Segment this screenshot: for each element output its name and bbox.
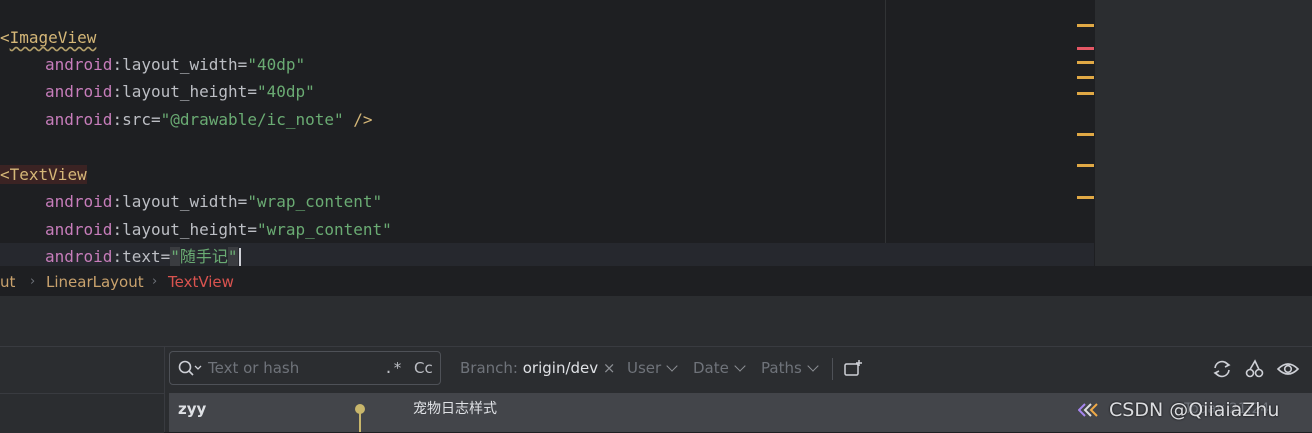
- warning-stripe-mark[interactable]: [1077, 61, 1094, 64]
- csdn-logo-icon: [1077, 396, 1106, 426]
- code-line[interactable]: <ImageView: [0, 24, 96, 51]
- attr-name: layout_height: [122, 220, 248, 239]
- clear-branch-icon[interactable]: ×: [603, 359, 616, 377]
- warning-stripe-mark[interactable]: [1077, 24, 1094, 27]
- equals: =: [150, 110, 161, 129]
- attr-value: "40dp": [247, 55, 306, 74]
- tool-window-toolbar: [0, 296, 1312, 347]
- branch-filter-value: origin/dev: [522, 359, 599, 377]
- colon: :: [112, 55, 123, 74]
- text-caret: [238, 248, 241, 266]
- equals: =: [247, 220, 257, 239]
- date-filter[interactable]: Date: [693, 351, 746, 385]
- breadcrumb-item[interactable]: ut: [0, 267, 15, 297]
- code-line[interactable]: <TextView: [0, 161, 87, 188]
- attr-value: "wrap_content": [247, 192, 383, 211]
- watermark: CSDN @QiiaiaZhu: [1077, 395, 1280, 426]
- equals: =: [237, 192, 248, 211]
- search-icon[interactable]: [178, 360, 202, 382]
- attr-namespace: android: [45, 82, 113, 101]
- quote-open: ": [170, 247, 180, 266]
- paths-filter[interactable]: Paths: [761, 351, 819, 385]
- tag-bracket: <: [0, 28, 10, 47]
- toolbar-divider: [832, 358, 833, 380]
- user-filter-label: User: [627, 359, 662, 377]
- colon: :: [112, 110, 123, 129]
- chevron-down-icon: [807, 360, 819, 372]
- attr-name: layout_height: [122, 82, 248, 101]
- tag-close: />: [343, 110, 373, 129]
- code-line[interactable]: android:layout_width="40dp": [0, 51, 305, 78]
- regex-toggle[interactable]: .*: [384, 352, 402, 384]
- attr-namespace: android: [45, 220, 113, 239]
- attr-value: "@drawable/ic_note": [160, 110, 344, 129]
- code-line[interactable]: android:src="@drawable/ic_note" />: [0, 106, 373, 133]
- warning-stripe-mark[interactable]: [1077, 76, 1094, 79]
- code-line-current[interactable]: android:text="随手记": [0, 243, 1094, 266]
- user-filter[interactable]: User: [627, 351, 678, 385]
- new-tab-icon[interactable]: [843, 359, 863, 383]
- commit-message: 宠物日志样式: [413, 401, 497, 417]
- branches-row[interactable]: [0, 393, 164, 433]
- tag-bracket: <: [0, 165, 10, 184]
- search-input[interactable]: Text or hash .* Cc: [169, 351, 441, 385]
- tag-name: TextView: [9, 165, 87, 184]
- attr-namespace: android: [45, 110, 113, 129]
- colon: :: [112, 82, 123, 101]
- chevron-down-icon: [666, 360, 678, 372]
- breadcrumb: ut › LinearLayout › TextView: [0, 266, 1312, 297]
- tag-name: ImageView: [9, 28, 97, 47]
- date-filter-label: Date: [693, 359, 729, 377]
- chevron-down-icon: [734, 360, 746, 372]
- refresh-icon[interactable]: [1211, 359, 1233, 383]
- search-placeholder: Text or hash: [208, 359, 300, 377]
- colon: :: [112, 220, 123, 239]
- warning-stripe-mark[interactable]: [1077, 133, 1094, 136]
- attr-namespace: android: [45, 192, 113, 211]
- attr-name: layout_width: [122, 55, 238, 74]
- branch-filter-label: Branch:: [460, 359, 518, 377]
- breadcrumb-item[interactable]: LinearLayout: [46, 267, 144, 297]
- colon: :: [112, 192, 123, 211]
- equals: =: [247, 82, 257, 101]
- code-line[interactable]: android:layout_width="wrap_content": [0, 188, 382, 215]
- paths-filter-label: Paths: [761, 359, 802, 377]
- equals: =: [160, 247, 171, 266]
- code-line[interactable]: android:layout_height="wrap_content": [0, 216, 392, 243]
- code-editor[interactable]: <ImageView android:layout_width="40dp" a…: [0, 0, 1095, 266]
- breadcrumb-separator: ›: [30, 274, 36, 289]
- warning-stripe-mark[interactable]: [1077, 164, 1094, 167]
- code-line[interactable]: android:layout_height="40dp": [0, 78, 315, 105]
- match-case-toggle[interactable]: Cc: [414, 352, 433, 384]
- breadcrumb-separator: ›: [152, 274, 158, 289]
- attr-name: text: [122, 247, 161, 266]
- attr-value: "40dp": [256, 82, 315, 101]
- attr-name: layout_width: [122, 192, 238, 211]
- commit-graph-edge: [359, 413, 361, 432]
- warning-stripe-mark[interactable]: [1077, 196, 1094, 199]
- attr-namespace: android: [45, 247, 113, 266]
- cherry-pick-icon[interactable]: [1244, 359, 1266, 383]
- editor-right-panel: [1095, 0, 1312, 266]
- quote-close: ": [227, 247, 238, 266]
- branch-filter[interactable]: Branch: origin/dev ×: [460, 351, 616, 385]
- warning-stripe-mark[interactable]: [1077, 92, 1094, 95]
- breadcrumb-item-current[interactable]: TextView: [168, 267, 234, 297]
- colon: :: [112, 247, 123, 266]
- error-stripe-mark[interactable]: [1077, 47, 1094, 50]
- attr-value: 随手记: [179, 247, 228, 266]
- eye-icon[interactable]: [1276, 359, 1300, 383]
- attr-value: "wrap_content": [256, 220, 392, 239]
- branches-pane: [0, 347, 165, 433]
- attr-namespace: android: [45, 55, 113, 74]
- equals: =: [237, 55, 248, 74]
- watermark-text: CSDN @QiiaiaZhu: [1109, 399, 1280, 421]
- attr-name: src: [122, 110, 151, 129]
- right-margin-guide: [885, 0, 886, 266]
- commit-author: zyy: [178, 400, 207, 418]
